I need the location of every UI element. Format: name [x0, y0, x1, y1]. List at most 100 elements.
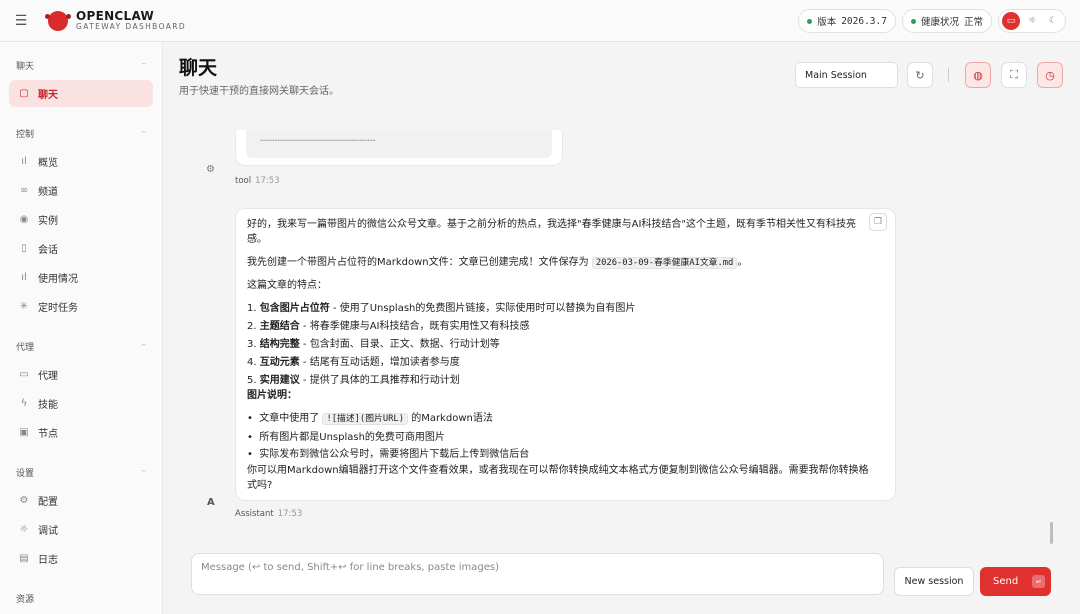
- assistant-time: 17:53: [277, 509, 303, 519]
- send-label: Send: [993, 576, 1019, 587]
- section-title: 聊天: [16, 62, 35, 72]
- list-number: 4.: [247, 357, 257, 368]
- sidebar-item-instances[interactable]: ◉ 实例: [9, 206, 153, 233]
- chat-icon: ▢: [19, 88, 29, 99]
- tool-meta: tool 17:53: [235, 176, 280, 186]
- divider: [948, 68, 949, 82]
- bar-chart-icon: ıl: [21, 156, 27, 167]
- collapse-icon[interactable]: –: [142, 127, 147, 140]
- clock-icon[interactable]: ◷: [1037, 62, 1063, 88]
- collapse-icon[interactable]: –: [142, 466, 147, 479]
- bullet-text: 的Markdown语法: [408, 413, 493, 424]
- message-text: 我先创建一个带图片占位符的Markdown文件：文章已创建完成！文件保存为: [247, 257, 592, 268]
- openclaw-logo-icon: [45, 10, 71, 31]
- sidebar-item-label: 代理: [38, 371, 58, 382]
- list-number: 1.: [247, 303, 257, 314]
- bullet-text: 所有图片都是Unsplash的免费可商用图片: [259, 432, 445, 443]
- list-text: - 包含封面、目录、正文、数据、行动计划等: [299, 339, 500, 350]
- sidebar-section-resources[interactable]: 资源: [16, 592, 146, 605]
- bullet-text: 文章中使用了: [259, 413, 323, 424]
- page-title: 聊天: [179, 57, 218, 79]
- message-line: 感。: [247, 234, 267, 245]
- brand-subtitle: GATEWAY DASHBOARD: [76, 21, 187, 31]
- health-dot-icon: [910, 18, 916, 24]
- refresh-icon[interactable]: ↻: [907, 62, 933, 88]
- enter-key-icon: ↵: [1032, 575, 1046, 588]
- log-icon: ▤: [19, 553, 29, 564]
- sidebar-item-agents[interactable]: ▭ 代理: [9, 361, 153, 388]
- inline-code: 2026-03-09-春季健康AI文章.md: [591, 257, 738, 269]
- sidebar-item-label: 聊天: [38, 90, 58, 101]
- health-value: 正常: [963, 17, 983, 28]
- scrollbar[interactable]: [1050, 522, 1053, 544]
- sidebar-item-skills[interactable]: ϟ 技能: [9, 390, 153, 417]
- tool-message-bubble: ………………………………………………………………: [235, 130, 563, 166]
- brain-icon[interactable]: ◍: [965, 62, 991, 88]
- version-pill: 版本 2026.3.7: [798, 9, 896, 33]
- sun-theme-icon[interactable]: ☼: [1023, 12, 1041, 30]
- sidebar-item-overview[interactable]: ıl 概览: [9, 148, 153, 175]
- list-text: - 使用了Unsplash的免费图片链接，实际使用时可以替换为自有图片: [329, 303, 636, 314]
- sidebar-item-cron[interactable]: ✳ 定时任务: [9, 293, 153, 320]
- sidebar-item-label: 技能: [38, 400, 58, 411]
- message-line: 式吗?: [247, 480, 273, 491]
- sidebar-item-nodes[interactable]: ▣ 节点: [9, 419, 153, 446]
- list-item: 2. 主题结合 - 将春季健康与AI科技结合，既有实用性又有科技感: [247, 319, 530, 334]
- assistant-message-bubble: ❐ 好的，我来写一篇带图片的微信公众号文章。基于之前分析的热点，我选择"春季健康…: [235, 208, 896, 501]
- sidebar-item-chat[interactable]: ▢ 聊天: [9, 80, 153, 107]
- list-bold: 包含图片占位符: [259, 303, 330, 314]
- sidebar-item-sessions[interactable]: ▯ 会话: [9, 235, 153, 262]
- sidebar-item-label: 日志: [38, 555, 58, 566]
- sidebar-item-channels[interactable]: ∞ 频道: [9, 177, 153, 204]
- bullet-item: • 实际发布到微信公众号时，需要将图片下载后上传到微信后台: [247, 449, 530, 460]
- bug-icon: ☼: [19, 524, 29, 535]
- section-heading: 图片说明：: [247, 390, 297, 401]
- sidebar-item-debug[interactable]: ☼ 调试: [9, 516, 153, 543]
- list-item: 1. 包含图片占位符 - 使用了Unsplash的免费图片链接，实际使用时可以替…: [247, 301, 635, 316]
- session-select[interactable]: Main Session: [795, 62, 898, 88]
- page-subtitle: 用于快速干预的直接网关聊天会话。: [179, 86, 339, 97]
- sidebar-section-control[interactable]: 控制 –: [16, 127, 146, 140]
- sidebar-item-label: 会话: [38, 245, 58, 256]
- sidebar-item-logs[interactable]: ▤ 日志: [9, 545, 153, 572]
- collapse-icon[interactable]: –: [142, 340, 147, 353]
- sidebar-section-settings[interactable]: 设置 –: [16, 466, 146, 479]
- sidebar-item-label: 实例: [38, 216, 58, 227]
- collapse-icon[interactable]: –: [142, 59, 147, 72]
- tool-avatar-icon: ⚙: [206, 164, 215, 175]
- message-line: 我先创建一个带图片占位符的Markdown文件：文章已创建完成！文件保存为 20…: [247, 255, 747, 271]
- sidebar-item-usage[interactable]: ıl 使用情况: [9, 264, 153, 291]
- copy-icon[interactable]: ❐: [869, 213, 887, 231]
- section-title: 设置: [16, 469, 35, 479]
- sidebar-item-label: 节点: [38, 429, 58, 440]
- moon-theme-icon[interactable]: ☾: [1044, 12, 1062, 30]
- sidebar-section-chat[interactable]: 聊天 –: [16, 59, 146, 72]
- monitor-theme-icon[interactable]: ▭: [1002, 12, 1020, 30]
- list-bold: 结构完整: [259, 339, 300, 350]
- message-input[interactable]: Message (↩ to send, Shift+↩ for line bre…: [191, 553, 884, 595]
- hamburger-icon[interactable]: ☰: [0, 0, 42, 42]
- loader-icon: ✳: [19, 301, 29, 312]
- new-session-button[interactable]: New session: [894, 567, 974, 596]
- sidebar-item-label: 概览: [38, 158, 58, 169]
- file-icon: ▯: [21, 243, 27, 254]
- assistant-avatar: A: [207, 497, 215, 508]
- sidebar-item-config[interactable]: ⚙ 配置: [9, 487, 153, 514]
- gear-icon: ⚙: [19, 495, 29, 506]
- send-button[interactable]: Send ↵: [980, 567, 1051, 596]
- focus-icon[interactable]: ⛶: [1001, 62, 1027, 88]
- message-text: 。: [737, 257, 748, 268]
- status-dot-icon: [807, 18, 813, 24]
- assistant-meta: Assistant 17:53: [235, 509, 302, 519]
- sidebar-section-agent[interactable]: 代理 –: [16, 340, 146, 353]
- bullet-item: • 文章中使用了 ![描述](图片URL) 的Markdown语法: [247, 413, 493, 425]
- list-item: 4. 互动元素 - 结尾有互动话题，增加读者参与度: [247, 355, 460, 370]
- inline-code: ![描述](图片URL): [322, 413, 409, 425]
- list-number: 3.: [247, 339, 257, 350]
- tool-role: tool: [235, 176, 252, 186]
- sidebar-item-label: 频道: [38, 187, 58, 198]
- brand: OPENCLAW GATEWAY DASHBOARD: [45, 10, 187, 31]
- sidebar-item-label: 调试: [38, 526, 58, 537]
- sidebar-item-label: 配置: [38, 497, 58, 508]
- bar-chart-icon: ıl: [21, 272, 27, 283]
